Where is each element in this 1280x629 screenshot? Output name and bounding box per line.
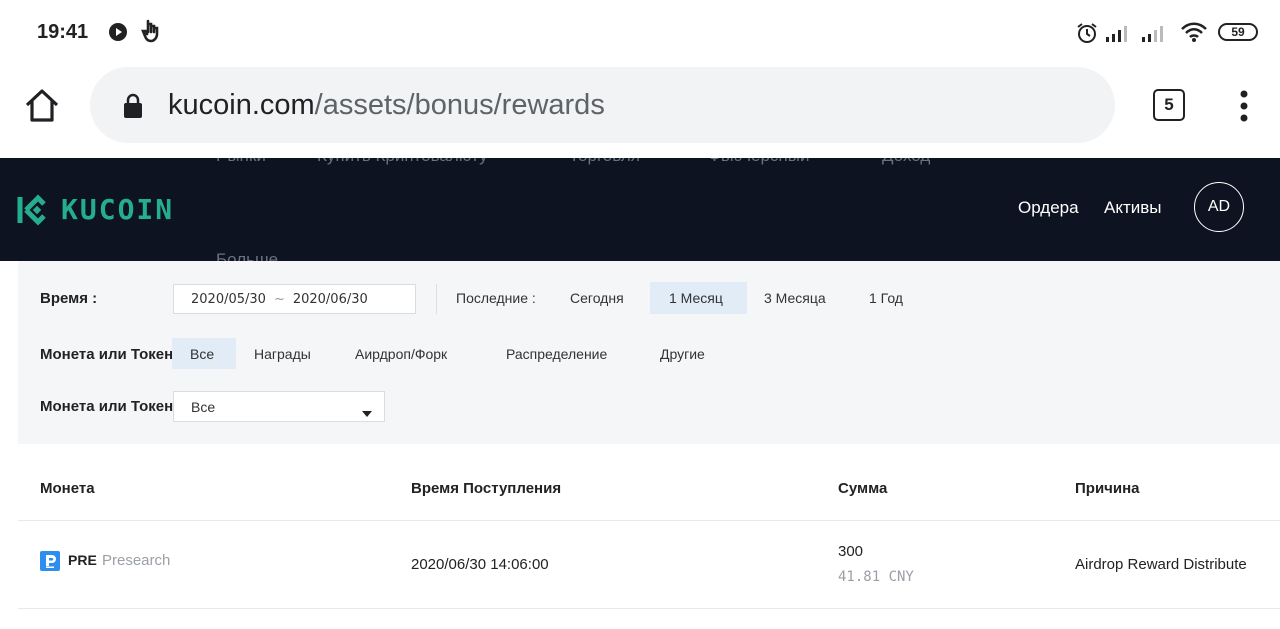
- type-all-label[interactable]: Все: [190, 346, 214, 362]
- period-today[interactable]: Сегодня: [570, 290, 624, 306]
- col-amount: Сумма: [838, 480, 888, 497]
- type-distribution[interactable]: Распределение: [506, 346, 607, 362]
- coin-label: Монета или Токен: [40, 398, 174, 415]
- play-icon: [108, 22, 128, 47]
- nav-markets[interactable]: Рынки: [216, 158, 266, 166]
- touch-icon: [141, 19, 161, 48]
- assets-link[interactable]: Активы: [1104, 198, 1162, 218]
- period-3-months[interactable]: 3 Месяца: [764, 290, 826, 306]
- type-rewards[interactable]: Награды: [254, 346, 311, 362]
- home-icon[interactable]: [23, 86, 61, 129]
- presearch-coin-icon: [40, 551, 60, 576]
- nav-trade[interactable]: Торговля: [569, 158, 640, 166]
- header-divider: [18, 520, 1280, 521]
- nav-buy-crypto[interactable]: Купить Криптовалюту: [317, 158, 488, 166]
- type-airdrop-fork[interactable]: Аирдроп/Форк: [355, 346, 447, 362]
- type-other[interactable]: Другие: [660, 346, 705, 362]
- nav-futures[interactable]: Фьючерсный: [708, 158, 810, 166]
- alarm-icon: [1076, 22, 1098, 49]
- status-bar: 19:41 59: [0, 0, 1280, 62]
- status-time: 19:41: [37, 21, 89, 43]
- tab-switcher-button[interactable]: 5: [1153, 89, 1185, 121]
- wifi-icon: [1180, 21, 1208, 48]
- period-1-year[interactable]: 1 Год: [869, 290, 903, 306]
- site-header: Рынки Купить Криптовалюту Торговля Фьюче…: [0, 158, 1280, 261]
- nav-more[interactable]: Больше: [216, 250, 278, 261]
- col-reason: Причина: [1075, 480, 1140, 497]
- coin-symbol: PRE: [68, 552, 97, 568]
- row-divider: [18, 608, 1280, 609]
- url-text[interactable]: kucoin.com/assets/bonus/rewards: [168, 89, 605, 122]
- row-amount: 300: [838, 543, 864, 560]
- coin-name: Presearch: [102, 552, 171, 569]
- date-range-input[interactable]: 2020/05/30 ~ 2020/06/30: [173, 284, 416, 314]
- divider: [436, 284, 437, 314]
- row-time: 2020/06/30 14:06:00: [411, 556, 549, 573]
- date-to: 2020/06/30: [292, 291, 368, 307]
- url-domain: kucoin.com: [168, 89, 315, 121]
- signal-icon: [1142, 24, 1170, 47]
- more-menu-icon[interactable]: [1238, 89, 1250, 128]
- row-reason: Airdrop Reward Distribute: [1075, 556, 1247, 573]
- time-label: Время :: [40, 290, 98, 307]
- date-separator: ~: [273, 291, 285, 307]
- coin-select-value: Все: [191, 398, 216, 415]
- type-label: Монета или Токен: [40, 346, 174, 363]
- coin-select[interactable]: Все: [173, 391, 385, 422]
- orders-link[interactable]: Ордера: [1018, 198, 1079, 218]
- url-path: /assets/bonus/rewards: [314, 89, 605, 121]
- period-1-month-label[interactable]: 1 Месяц: [669, 290, 723, 306]
- col-time: Время Поступления: [411, 480, 562, 497]
- recent-label: Последние :: [456, 290, 536, 306]
- date-from: 2020/05/30: [191, 291, 266, 307]
- avatar-initials: AD: [1207, 198, 1231, 215]
- kucoin-logo[interactable]: KUCOIN: [61, 193, 174, 226]
- tab-count: 5: [1164, 95, 1174, 114]
- col-coin: Монета: [40, 480, 95, 497]
- nav-earn[interactable]: Доход: [882, 158, 930, 166]
- battery-icon: 59: [1218, 23, 1258, 41]
- caret-down-icon: [362, 404, 372, 420]
- signal-icon: [1106, 24, 1134, 47]
- lock-icon: [122, 93, 144, 124]
- row-amount-cny: 41.81 CNY: [838, 569, 914, 585]
- avatar[interactable]: AD: [1194, 182, 1244, 232]
- kucoin-logo-icon[interactable]: [16, 194, 52, 231]
